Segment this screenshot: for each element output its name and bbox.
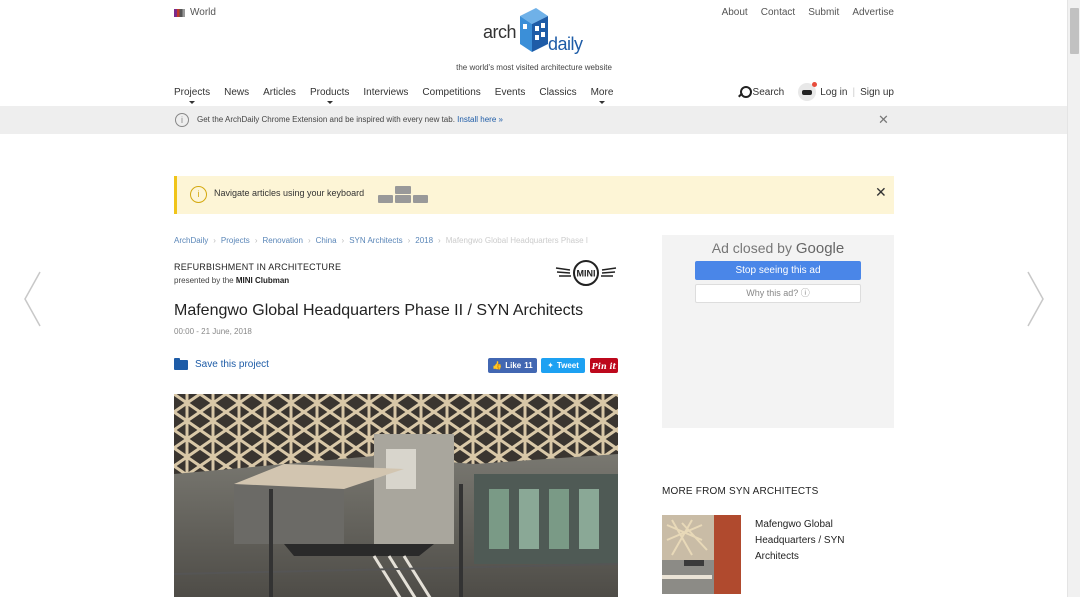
- close-icon[interactable]: ✕: [878, 113, 889, 126]
- signup-link[interactable]: Sign up: [860, 87, 894, 98]
- logo-cube-icon: [520, 8, 548, 52]
- google-brand: Google: [795, 240, 845, 257]
- top-link-about[interactable]: About: [722, 7, 748, 18]
- top-link-submit[interactable]: Submit: [808, 7, 839, 18]
- logo-text-arch: arch: [483, 22, 517, 42]
- ad-closed-prefix: Ad closed by: [711, 240, 792, 256]
- extension-banner: i Get the ArchDaily Chrome Extension and…: [0, 106, 1067, 134]
- related-project-thumbnail[interactable]: [662, 515, 741, 594]
- divider: |: [852, 86, 856, 98]
- tweet-button[interactable]: ✦ Tweet: [541, 358, 585, 373]
- ad-slot: Ad closed by Google Stop seeing this ad …: [662, 235, 894, 428]
- chevron-right-icon: [1027, 271, 1044, 327]
- stop-seeing-ad-button[interactable]: Stop seeing this ad: [695, 261, 861, 280]
- next-article-button[interactable]: [1026, 270, 1046, 328]
- nav-item-products[interactable]: Products: [310, 87, 349, 104]
- site-tagline: the world's most visited architecture we…: [456, 63, 612, 72]
- hero-photo: [174, 394, 618, 597]
- related-project-title[interactable]: Mafengwo Global Headquarters / SYN Archi…: [755, 517, 865, 565]
- info-icon: i: [190, 186, 207, 203]
- breadcrumb-separator: ›: [307, 236, 311, 245]
- tweet-label: Tweet: [556, 361, 579, 370]
- region-label: World: [190, 7, 216, 18]
- previous-article-button[interactable]: [22, 270, 42, 328]
- breadcrumb-current: Mafengwo Global Headquarters Phase I: [445, 236, 589, 245]
- breadcrumb-syn-architects[interactable]: SYN Architects: [349, 236, 402, 245]
- search-button[interactable]: Search: [738, 86, 785, 98]
- article-category[interactable]: REFURBISHMENT IN ARCHITECTURE: [174, 262, 341, 272]
- info-icon: i: [175, 113, 189, 127]
- save-project-button[interactable]: Save this project: [174, 357, 269, 370]
- region-selector[interactable]: World: [174, 7, 216, 18]
- breadcrumb-separator: ›: [254, 236, 258, 245]
- breadcrumb-separator: ›: [213, 236, 216, 245]
- main-nav: Projects News Articles Products Intervie…: [174, 87, 627, 104]
- breadcrumb-separator: ›: [341, 236, 345, 245]
- keyboard-notice-text: Navigate articles using your keyboard: [214, 188, 365, 198]
- publish-date: 00:00 - 21 June, 2018: [174, 327, 252, 336]
- save-project-label: Save this project: [195, 359, 269, 370]
- like-label: Like: [505, 361, 522, 370]
- close-icon[interactable]: ✕: [875, 184, 887, 201]
- chevron-left-icon: [24, 271, 41, 327]
- nav-item-more[interactable]: More: [591, 87, 613, 104]
- logo-text-daily: daily: [548, 34, 583, 54]
- search-label: Search: [752, 86, 785, 98]
- why-this-ad-button[interactable]: Why this ad? ⓘ: [695, 284, 861, 303]
- thumbs-up-icon: 👍: [492, 361, 503, 370]
- breadcrumb: ArchDaily › Projects › Renovation › China › SYN …: [174, 236, 618, 245]
- top-links: About Contact Submit Advertise: [722, 7, 894, 18]
- extension-text: Get the ArchDaily Chrome Extension and b…: [197, 115, 503, 124]
- pinterest-button[interactable]: Pin it: [590, 358, 618, 373]
- nav-item-articles[interactable]: Articles: [263, 87, 296, 98]
- related-photo: [662, 515, 741, 594]
- pin-label: Pin it: [591, 360, 617, 371]
- nav-item-competitions[interactable]: Competitions: [422, 87, 480, 98]
- region-flag-icon: [174, 8, 185, 17]
- breadcrumb-separator: ›: [438, 236, 441, 245]
- scrollbar[interactable]: [1067, 0, 1080, 597]
- scrollbar-thumb[interactable]: [1070, 8, 1079, 54]
- site-logo[interactable]: arch daily: [482, 4, 592, 58]
- extension-message: Get the ArchDaily Chrome Extension and b…: [197, 115, 455, 124]
- mini-logo-icon[interactable]: MINI: [555, 259, 617, 287]
- avatar[interactable]: [798, 82, 818, 101]
- top-link-contact[interactable]: Contact: [761, 7, 795, 18]
- facebook-like-button[interactable]: 👍 Like 11: [488, 358, 537, 373]
- hero-image[interactable]: [174, 394, 618, 597]
- nav-item-interviews[interactable]: Interviews: [363, 87, 408, 98]
- sponsor-line: presented by the MINI Clubman: [174, 276, 289, 285]
- nav-item-events[interactable]: Events: [495, 87, 526, 98]
- breadcrumb-archdaily[interactable]: ArchDaily: [174, 236, 208, 245]
- page-title: Mafengwo Global Headquarters Phase II / …: [174, 302, 584, 319]
- more-from-heading: MORE FROM SYN ARCHITECTS: [662, 486, 819, 497]
- like-count: 11: [524, 361, 533, 370]
- keyboard-keys-icon: [378, 185, 428, 205]
- breadcrumb-2018[interactable]: 2018: [415, 236, 433, 245]
- top-link-advertise[interactable]: Advertise: [852, 7, 894, 18]
- user-bar: Search Log in | Sign up: [738, 82, 894, 101]
- twitter-bird-icon: ✦: [547, 361, 554, 370]
- mini-logo-text: MINI: [577, 269, 596, 279]
- sponsor-prefix: presented by the: [174, 276, 234, 285]
- folder-icon: [174, 357, 188, 370]
- nav-item-news[interactable]: News: [224, 87, 249, 98]
- nav-item-projects[interactable]: Projects: [174, 87, 210, 104]
- ad-closed-message: Ad closed by Google: [662, 240, 894, 257]
- breadcrumb-renovation[interactable]: Renovation: [262, 236, 302, 245]
- sponsor-name[interactable]: MINI Clubman: [236, 276, 289, 285]
- breadcrumb-projects[interactable]: Projects: [221, 236, 250, 245]
- install-link[interactable]: Install here »: [457, 115, 503, 124]
- search-icon: [738, 86, 752, 98]
- login-link[interactable]: Log in: [820, 87, 847, 98]
- breadcrumb-separator: ›: [407, 236, 411, 245]
- nav-item-classics[interactable]: Classics: [539, 87, 576, 98]
- breadcrumb-china[interactable]: China: [316, 236, 337, 245]
- keyboard-notice: i Navigate articles using your keyboard …: [174, 176, 894, 214]
